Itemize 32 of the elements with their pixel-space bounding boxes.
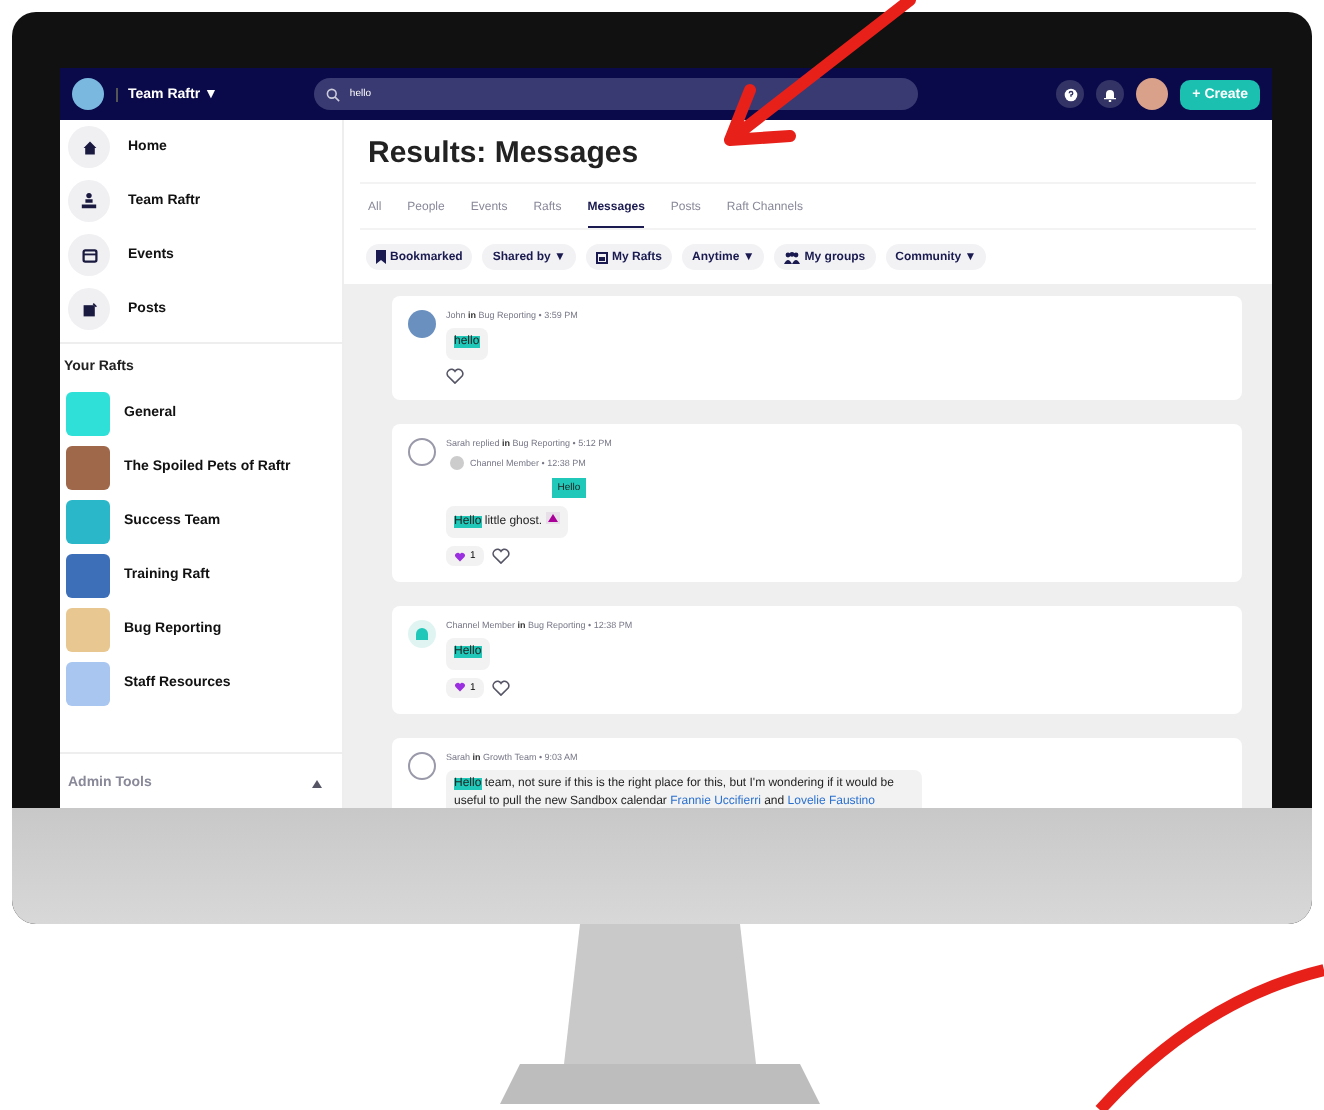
- raft-thumbnail: [66, 553, 110, 597]
- notification-button[interactable]: [1096, 80, 1125, 108]
- note-icon: [81, 301, 97, 317]
- avatar: [408, 437, 436, 466]
- workspace-logo: [72, 78, 104, 110]
- people-icon: [784, 251, 801, 263]
- like-button[interactable]: [446, 367, 464, 384]
- bookmark-icon: [376, 250, 386, 264]
- calendar-icon: [81, 247, 97, 263]
- help-button[interactable]: [1056, 80, 1085, 108]
- avatar: [408, 620, 436, 649]
- like-button[interactable]: [491, 679, 510, 696]
- like-button[interactable]: [491, 548, 510, 565]
- avatar: [408, 751, 436, 780]
- raft-thumbnail: [66, 391, 110, 435]
- bell-icon: [1104, 87, 1117, 101]
- calendar-icon: [595, 251, 608, 263]
- page-title: Results: Messages: [368, 136, 641, 170]
- raft-thumbnail: [66, 661, 110, 705]
- people-icon: [80, 192, 98, 210]
- heart-icon: [454, 682, 466, 693]
- search-icon: [325, 87, 340, 101]
- sticker-icon: [545, 511, 560, 524]
- user-avatar[interactable]: [1136, 78, 1169, 110]
- raft-thumbnail: [66, 499, 110, 543]
- raft-thumbnail: [66, 607, 110, 651]
- question-icon: [1063, 87, 1078, 101]
- heart-icon: [454, 551, 466, 562]
- raft-thumbnail: [66, 445, 110, 489]
- home-icon: [81, 139, 97, 155]
- avatar: [450, 455, 464, 470]
- avatar: [408, 310, 436, 338]
